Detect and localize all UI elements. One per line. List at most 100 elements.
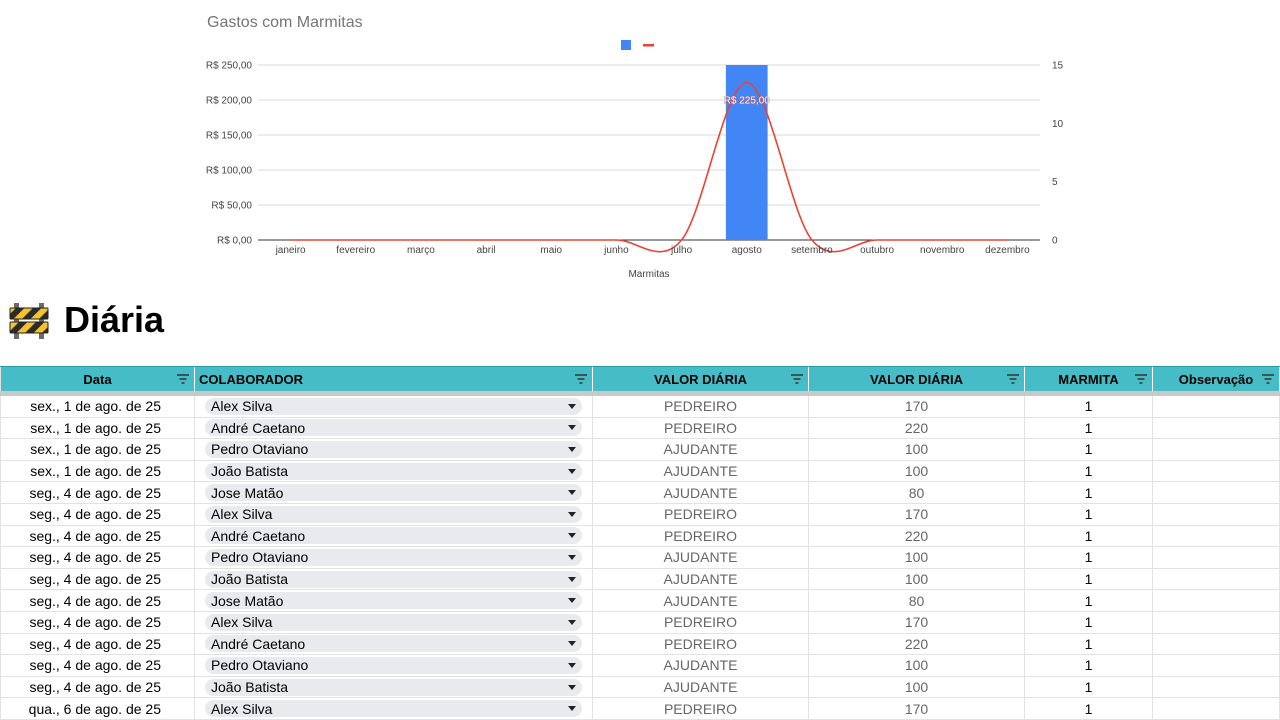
- colaborador-cell[interactable]: João Batista: [195, 676, 593, 698]
- date-cell[interactable]: seg., 4 de ago. de 25: [0, 525, 195, 547]
- date-cell[interactable]: sex., 1 de ago. de 25: [0, 439, 195, 460]
- dropdown-arrow-icon[interactable]: [568, 684, 576, 690]
- filter-icon[interactable]: [574, 373, 588, 385]
- date-cell[interactable]: sex., 1 de ago. de 25: [0, 417, 195, 439]
- colaborador-dropdown[interactable]: André Caetano: [205, 635, 582, 653]
- filter-icon[interactable]: [790, 373, 804, 385]
- colaborador-cell[interactable]: André Caetano: [195, 417, 593, 439]
- dropdown-arrow-icon[interactable]: [568, 576, 576, 582]
- funcao-cell[interactable]: AJUDANTE: [593, 482, 809, 503]
- filter-icon[interactable]: [1134, 373, 1148, 385]
- colaborador-cell[interactable]: Alex Silva: [195, 698, 593, 719]
- date-cell[interactable]: seg., 4 de ago. de 25: [0, 503, 195, 525]
- observacao-cell[interactable]: [1153, 547, 1280, 568]
- date-cell[interactable]: seg., 4 de ago. de 25: [0, 655, 195, 676]
- dropdown-arrow-icon[interactable]: [568, 706, 576, 712]
- colaborador-cell[interactable]: João Batista: [195, 460, 593, 482]
- filter-icon[interactable]: [1261, 373, 1275, 385]
- marmita-cell[interactable]: 1: [1025, 503, 1153, 525]
- observacao-cell[interactable]: [1153, 633, 1280, 655]
- funcao-cell[interactable]: AJUDANTE: [593, 590, 809, 611]
- marmita-cell[interactable]: 1: [1025, 547, 1153, 568]
- dropdown-arrow-icon[interactable]: [568, 446, 576, 452]
- marmita-cell[interactable]: 1: [1025, 676, 1153, 698]
- dropdown-arrow-icon[interactable]: [568, 490, 576, 496]
- dropdown-arrow-icon[interactable]: [568, 468, 576, 474]
- funcao-cell[interactable]: PEDREIRO: [593, 417, 809, 439]
- date-cell[interactable]: seg., 4 de ago. de 25: [0, 547, 195, 568]
- column-header-valor-diaria[interactable]: VALOR DIÁRIA: [593, 367, 809, 391]
- funcao-cell[interactable]: AJUDANTE: [593, 547, 809, 568]
- date-cell[interactable]: seg., 4 de ago. de 25: [0, 611, 195, 633]
- colaborador-dropdown[interactable]: Pedro Otaviano: [205, 656, 582, 674]
- dropdown-arrow-icon[interactable]: [568, 511, 576, 517]
- colaborador-cell[interactable]: André Caetano: [195, 633, 593, 655]
- colaborador-cell[interactable]: Alex Silva: [195, 503, 593, 525]
- funcao-cell[interactable]: AJUDANTE: [593, 655, 809, 676]
- date-cell[interactable]: sex., 1 de ago. de 25: [0, 460, 195, 482]
- funcao-cell[interactable]: PEDREIRO: [593, 633, 809, 655]
- filter-icon[interactable]: [176, 373, 190, 385]
- marmita-cell[interactable]: 1: [1025, 396, 1153, 417]
- date-cell[interactable]: seg., 4 de ago. de 25: [0, 568, 195, 590]
- marmita-cell[interactable]: 1: [1025, 568, 1153, 590]
- funcao-cell[interactable]: PEDREIRO: [593, 396, 809, 417]
- colaborador-dropdown[interactable]: André Caetano: [205, 527, 582, 545]
- valor-cell[interactable]: 100: [809, 676, 1025, 698]
- dropdown-arrow-icon[interactable]: [568, 533, 576, 539]
- colaborador-cell[interactable]: Pedro Otaviano: [195, 655, 593, 676]
- valor-cell[interactable]: 80: [809, 590, 1025, 611]
- colaborador-dropdown[interactable]: Jose Matão: [205, 592, 582, 610]
- valor-cell[interactable]: 80: [809, 482, 1025, 503]
- marmita-cell[interactable]: 1: [1025, 439, 1153, 460]
- valor-cell[interactable]: 170: [809, 611, 1025, 633]
- valor-cell[interactable]: 220: [809, 633, 1025, 655]
- valor-cell[interactable]: 100: [809, 568, 1025, 590]
- observacao-cell[interactable]: [1153, 503, 1280, 525]
- colaborador-cell[interactable]: Jose Matão: [195, 482, 593, 503]
- filter-icon[interactable]: [1006, 373, 1020, 385]
- colaborador-dropdown[interactable]: André Caetano: [205, 419, 582, 437]
- valor-cell[interactable]: 220: [809, 525, 1025, 547]
- colaborador-cell[interactable]: Alex Silva: [195, 396, 593, 417]
- funcao-cell[interactable]: AJUDANTE: [593, 568, 809, 590]
- colaborador-dropdown[interactable]: Alex Silva: [205, 505, 582, 523]
- colaborador-dropdown[interactable]: Alex Silva: [205, 700, 582, 718]
- colaborador-dropdown[interactable]: Alex Silva: [205, 397, 582, 415]
- marmita-cell[interactable]: 1: [1025, 417, 1153, 439]
- colaborador-cell[interactable]: Pedro Otaviano: [195, 547, 593, 568]
- colaborador-dropdown[interactable]: João Batista: [205, 462, 582, 480]
- observacao-cell[interactable]: [1153, 417, 1280, 439]
- dropdown-arrow-icon[interactable]: [568, 662, 576, 668]
- colaborador-cell[interactable]: João Batista: [195, 568, 593, 590]
- dropdown-arrow-icon[interactable]: [568, 425, 576, 431]
- funcao-cell[interactable]: AJUDANTE: [593, 439, 809, 460]
- date-cell[interactable]: seg., 4 de ago. de 25: [0, 590, 195, 611]
- observacao-cell[interactable]: [1153, 525, 1280, 547]
- funcao-cell[interactable]: PEDREIRO: [593, 611, 809, 633]
- dropdown-arrow-icon[interactable]: [568, 554, 576, 560]
- marmita-cell[interactable]: 1: [1025, 633, 1153, 655]
- column-header-valor-diaria-2[interactable]: VALOR DIÁRIA: [809, 367, 1025, 391]
- marmita-cell[interactable]: 1: [1025, 590, 1153, 611]
- colaborador-cell[interactable]: Jose Matão: [195, 590, 593, 611]
- colaborador-cell[interactable]: Pedro Otaviano: [195, 439, 593, 460]
- column-header-colaborador[interactable]: COLABORADOR: [195, 367, 593, 391]
- marmita-cell[interactable]: 1: [1025, 525, 1153, 547]
- valor-cell[interactable]: 220: [809, 417, 1025, 439]
- observacao-cell[interactable]: [1153, 590, 1280, 611]
- observacao-cell[interactable]: [1153, 460, 1280, 482]
- valor-cell[interactable]: 170: [809, 503, 1025, 525]
- observacao-cell[interactable]: [1153, 655, 1280, 676]
- valor-cell[interactable]: 100: [809, 547, 1025, 568]
- colaborador-cell[interactable]: André Caetano: [195, 525, 593, 547]
- marmita-cell[interactable]: 1: [1025, 611, 1153, 633]
- funcao-cell[interactable]: PEDREIRO: [593, 698, 809, 719]
- colaborador-dropdown[interactable]: Jose Matão: [205, 484, 582, 502]
- valor-cell[interactable]: 100: [809, 655, 1025, 676]
- funcao-cell[interactable]: PEDREIRO: [593, 525, 809, 547]
- observacao-cell[interactable]: [1153, 482, 1280, 503]
- valor-cell[interactable]: 170: [809, 698, 1025, 719]
- dropdown-arrow-icon[interactable]: [568, 598, 576, 604]
- dropdown-arrow-icon[interactable]: [568, 403, 576, 409]
